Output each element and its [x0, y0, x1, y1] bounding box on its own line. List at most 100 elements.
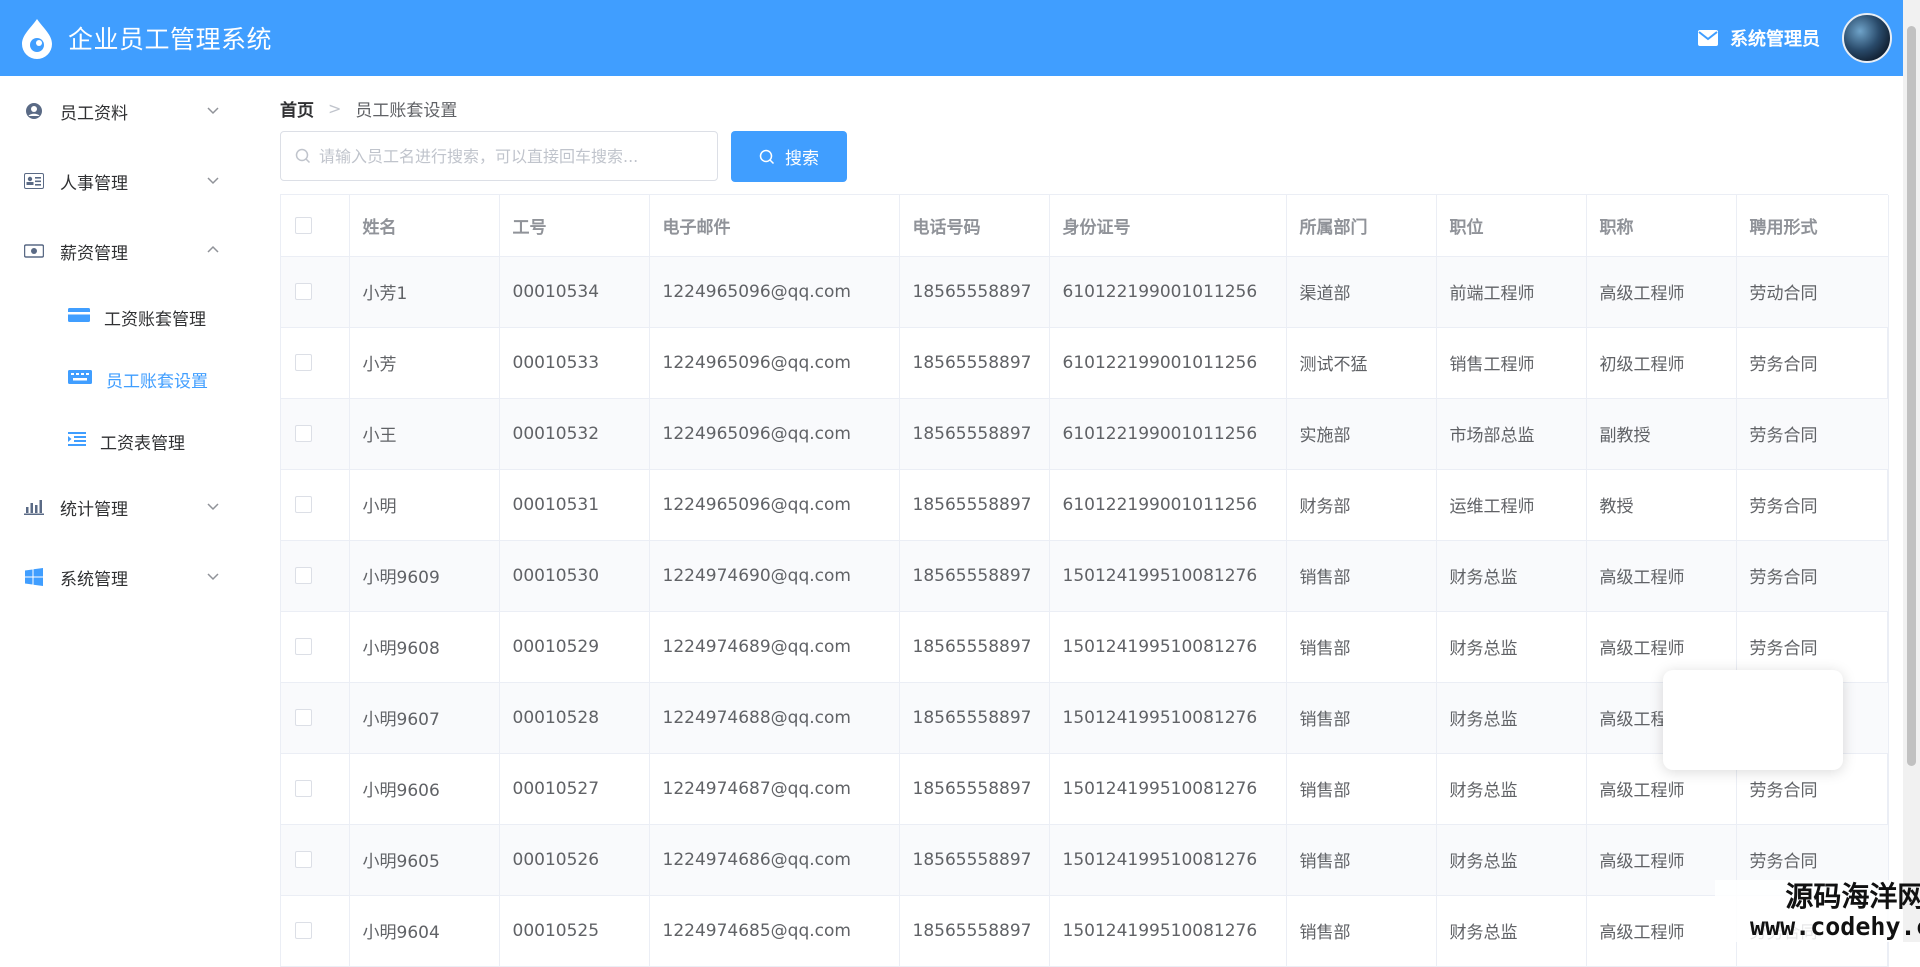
scrollbar-thumb[interactable] — [1907, 26, 1916, 766]
table-cell: 18565558897 — [899, 753, 1050, 825]
row-checkbox[interactable] — [295, 567, 312, 584]
money-icon — [24, 241, 44, 261]
row-select-cell[interactable] — [281, 682, 350, 754]
table-cell: 渠道部 — [1286, 256, 1437, 328]
table-cell: 150124199510081276 — [1049, 895, 1287, 967]
search-icon — [295, 148, 311, 164]
select-all-checkbox[interactable] — [295, 216, 312, 234]
row-checkbox[interactable] — [295, 709, 312, 726]
search-input[interactable] — [319, 146, 709, 166]
table-cell: 销售部 — [1286, 895, 1437, 967]
table-cell: 00010533 — [499, 327, 650, 399]
table-cell: 1224974685@qq.com — [649, 895, 900, 967]
table-row[interactable]: 小明9606 00010527 1224974687@qq.com 185655588… — [281, 753, 1889, 825]
chevron-down-icon — [207, 107, 219, 115]
table-cell: 副教授 — [1586, 398, 1737, 470]
breadcrumb-separator: > — [328, 99, 342, 118]
row-select-cell[interactable] — [281, 327, 350, 399]
table-cell: 00010532 — [499, 398, 650, 470]
row-select-cell[interactable] — [281, 824, 350, 896]
search-button-label: 搜索 — [785, 149, 819, 169]
table-cell: 18565558897 — [899, 398, 1050, 470]
breadcrumb: 首页 > 员工账套设置 — [280, 96, 457, 121]
chevron-down-icon — [207, 177, 219, 185]
sidebar-item-hr[interactable]: 人事管理 — [0, 146, 256, 216]
table-cell: 销售工程师 — [1436, 327, 1587, 399]
table-cell: 测试不猛 — [1286, 327, 1437, 399]
table-cell: 财务总监 — [1436, 682, 1587, 754]
row-select-cell[interactable] — [281, 469, 350, 541]
table-cell: 市场部总监 — [1436, 398, 1587, 470]
search-box[interactable] — [280, 131, 718, 181]
breadcrumb-home[interactable]: 首页 — [280, 96, 314, 121]
sidebar-item-statistics[interactable]: 统计管理 — [0, 472, 256, 542]
table-row[interactable]: 小王 00010532 1224965096@qq.com 18565558897 61… — [281, 398, 1889, 470]
page-scrollbar[interactable] — [1903, 0, 1920, 942]
sidebar-subitem-employee-set-config[interactable]: 员工账套设置 — [0, 348, 256, 410]
table-cell: 小明9607 — [349, 682, 500, 754]
row-checkbox[interactable] — [295, 780, 312, 797]
table-cell: 小明 — [349, 469, 500, 541]
chevron-up-icon — [207, 245, 219, 253]
sidebar-subitem-label: 工资表管理 — [100, 433, 185, 454]
table-cell: 18565558897 — [899, 540, 1050, 612]
column-header: 职位 — [1436, 195, 1587, 257]
table-row[interactable]: 小明 00010531 1224965096@qq.com 18565558897 61… — [281, 469, 1889, 541]
select-all-cell[interactable] — [281, 195, 350, 257]
table-row[interactable]: 小明9609 00010530 1224974690@qq.com 185655588… — [281, 540, 1889, 612]
row-checkbox[interactable] — [295, 354, 312, 371]
table-row[interactable]: 小明9605 00010526 1224974686@qq.com 185655588… — [281, 824, 1889, 896]
bar-chart-icon — [24, 497, 44, 517]
table-cell: 00010528 — [499, 682, 650, 754]
sidebar-subitem-payroll-management[interactable]: 工资表管理 — [0, 410, 256, 472]
sidebar-item-employee-info[interactable]: 员工资料 — [0, 76, 256, 146]
table-row[interactable]: 小芳 00010533 1224965096@qq.com 18565558897 61… — [281, 327, 1889, 399]
column-header: 电子邮件 — [649, 195, 900, 257]
row-select-cell[interactable] — [281, 753, 350, 825]
row-select-cell[interactable] — [281, 398, 350, 470]
row-checkbox[interactable] — [295, 922, 312, 939]
avatar[interactable] — [1842, 13, 1892, 63]
row-checkbox[interactable] — [295, 496, 312, 513]
table-cell: 财务总监 — [1436, 895, 1587, 967]
table-cell: 610122199001011256 — [1049, 398, 1287, 470]
row-checkbox[interactable] — [295, 283, 312, 300]
row-select-cell[interactable] — [281, 256, 350, 328]
user-name[interactable]: 系统管理员 — [1730, 25, 1820, 51]
table-row[interactable]: 小芳1 00010534 1224965096@qq.com 18565558897 6… — [281, 256, 1889, 328]
windows-icon — [24, 567, 44, 587]
row-select-cell[interactable] — [281, 540, 350, 612]
table-cell: 150124199510081276 — [1049, 824, 1287, 896]
sidebar-item-system[interactable]: 系统管理 — [0, 542, 256, 612]
row-checkbox[interactable] — [295, 638, 312, 655]
user-area[interactable]: 系统管理员 — [1698, 13, 1892, 63]
watermark-line1: 源码海洋网 — [1785, 880, 1920, 913]
row-select-cell[interactable] — [281, 895, 350, 967]
row-checkbox[interactable] — [295, 851, 312, 868]
row-checkbox[interactable] — [295, 425, 312, 442]
table-cell: 610122199001011256 — [1049, 469, 1287, 541]
table-cell: 高级工程师 — [1586, 824, 1737, 896]
table-cell: 00010526 — [499, 824, 650, 896]
table-cell: 1224965096@qq.com — [649, 256, 900, 328]
top-header: 企业员工管理系统 系统管理员 — [0, 0, 1920, 76]
table-row[interactable]: 小明9604 00010525 1224974685@qq.com 185655588… — [281, 895, 1889, 967]
floating-panel[interactable] — [1663, 670, 1843, 770]
row-select-cell[interactable] — [281, 611, 350, 683]
sidebar-item-salary[interactable]: 薪资管理 — [0, 216, 256, 286]
table-cell: 18565558897 — [899, 895, 1050, 967]
table-cell: 150124199510081276 — [1049, 682, 1287, 754]
sidebar-subitem-salary-set-management[interactable]: 工资账套管理 — [0, 286, 256, 348]
table-cell: 1224974689@qq.com — [649, 611, 900, 683]
card-icon — [68, 307, 90, 327]
table-cell: 610122199001011256 — [1049, 256, 1287, 328]
search-button[interactable]: 搜索 — [731, 131, 847, 182]
sidebar-item-label: 系统管理 — [60, 569, 128, 590]
table-row[interactable]: 小明9608 00010529 1224974689@qq.com 185655588… — [281, 611, 1889, 683]
table-cell: 销售部 — [1286, 611, 1437, 683]
table-cell: 18565558897 — [899, 327, 1050, 399]
table-cell: 劳务合同 — [1736, 469, 1889, 541]
table-row[interactable]: 小明9607 00010528 1224974688@qq.com 185655588… — [281, 682, 1889, 754]
table-cell: 小明9605 — [349, 824, 500, 896]
table-cell: 1224965096@qq.com — [649, 327, 900, 399]
